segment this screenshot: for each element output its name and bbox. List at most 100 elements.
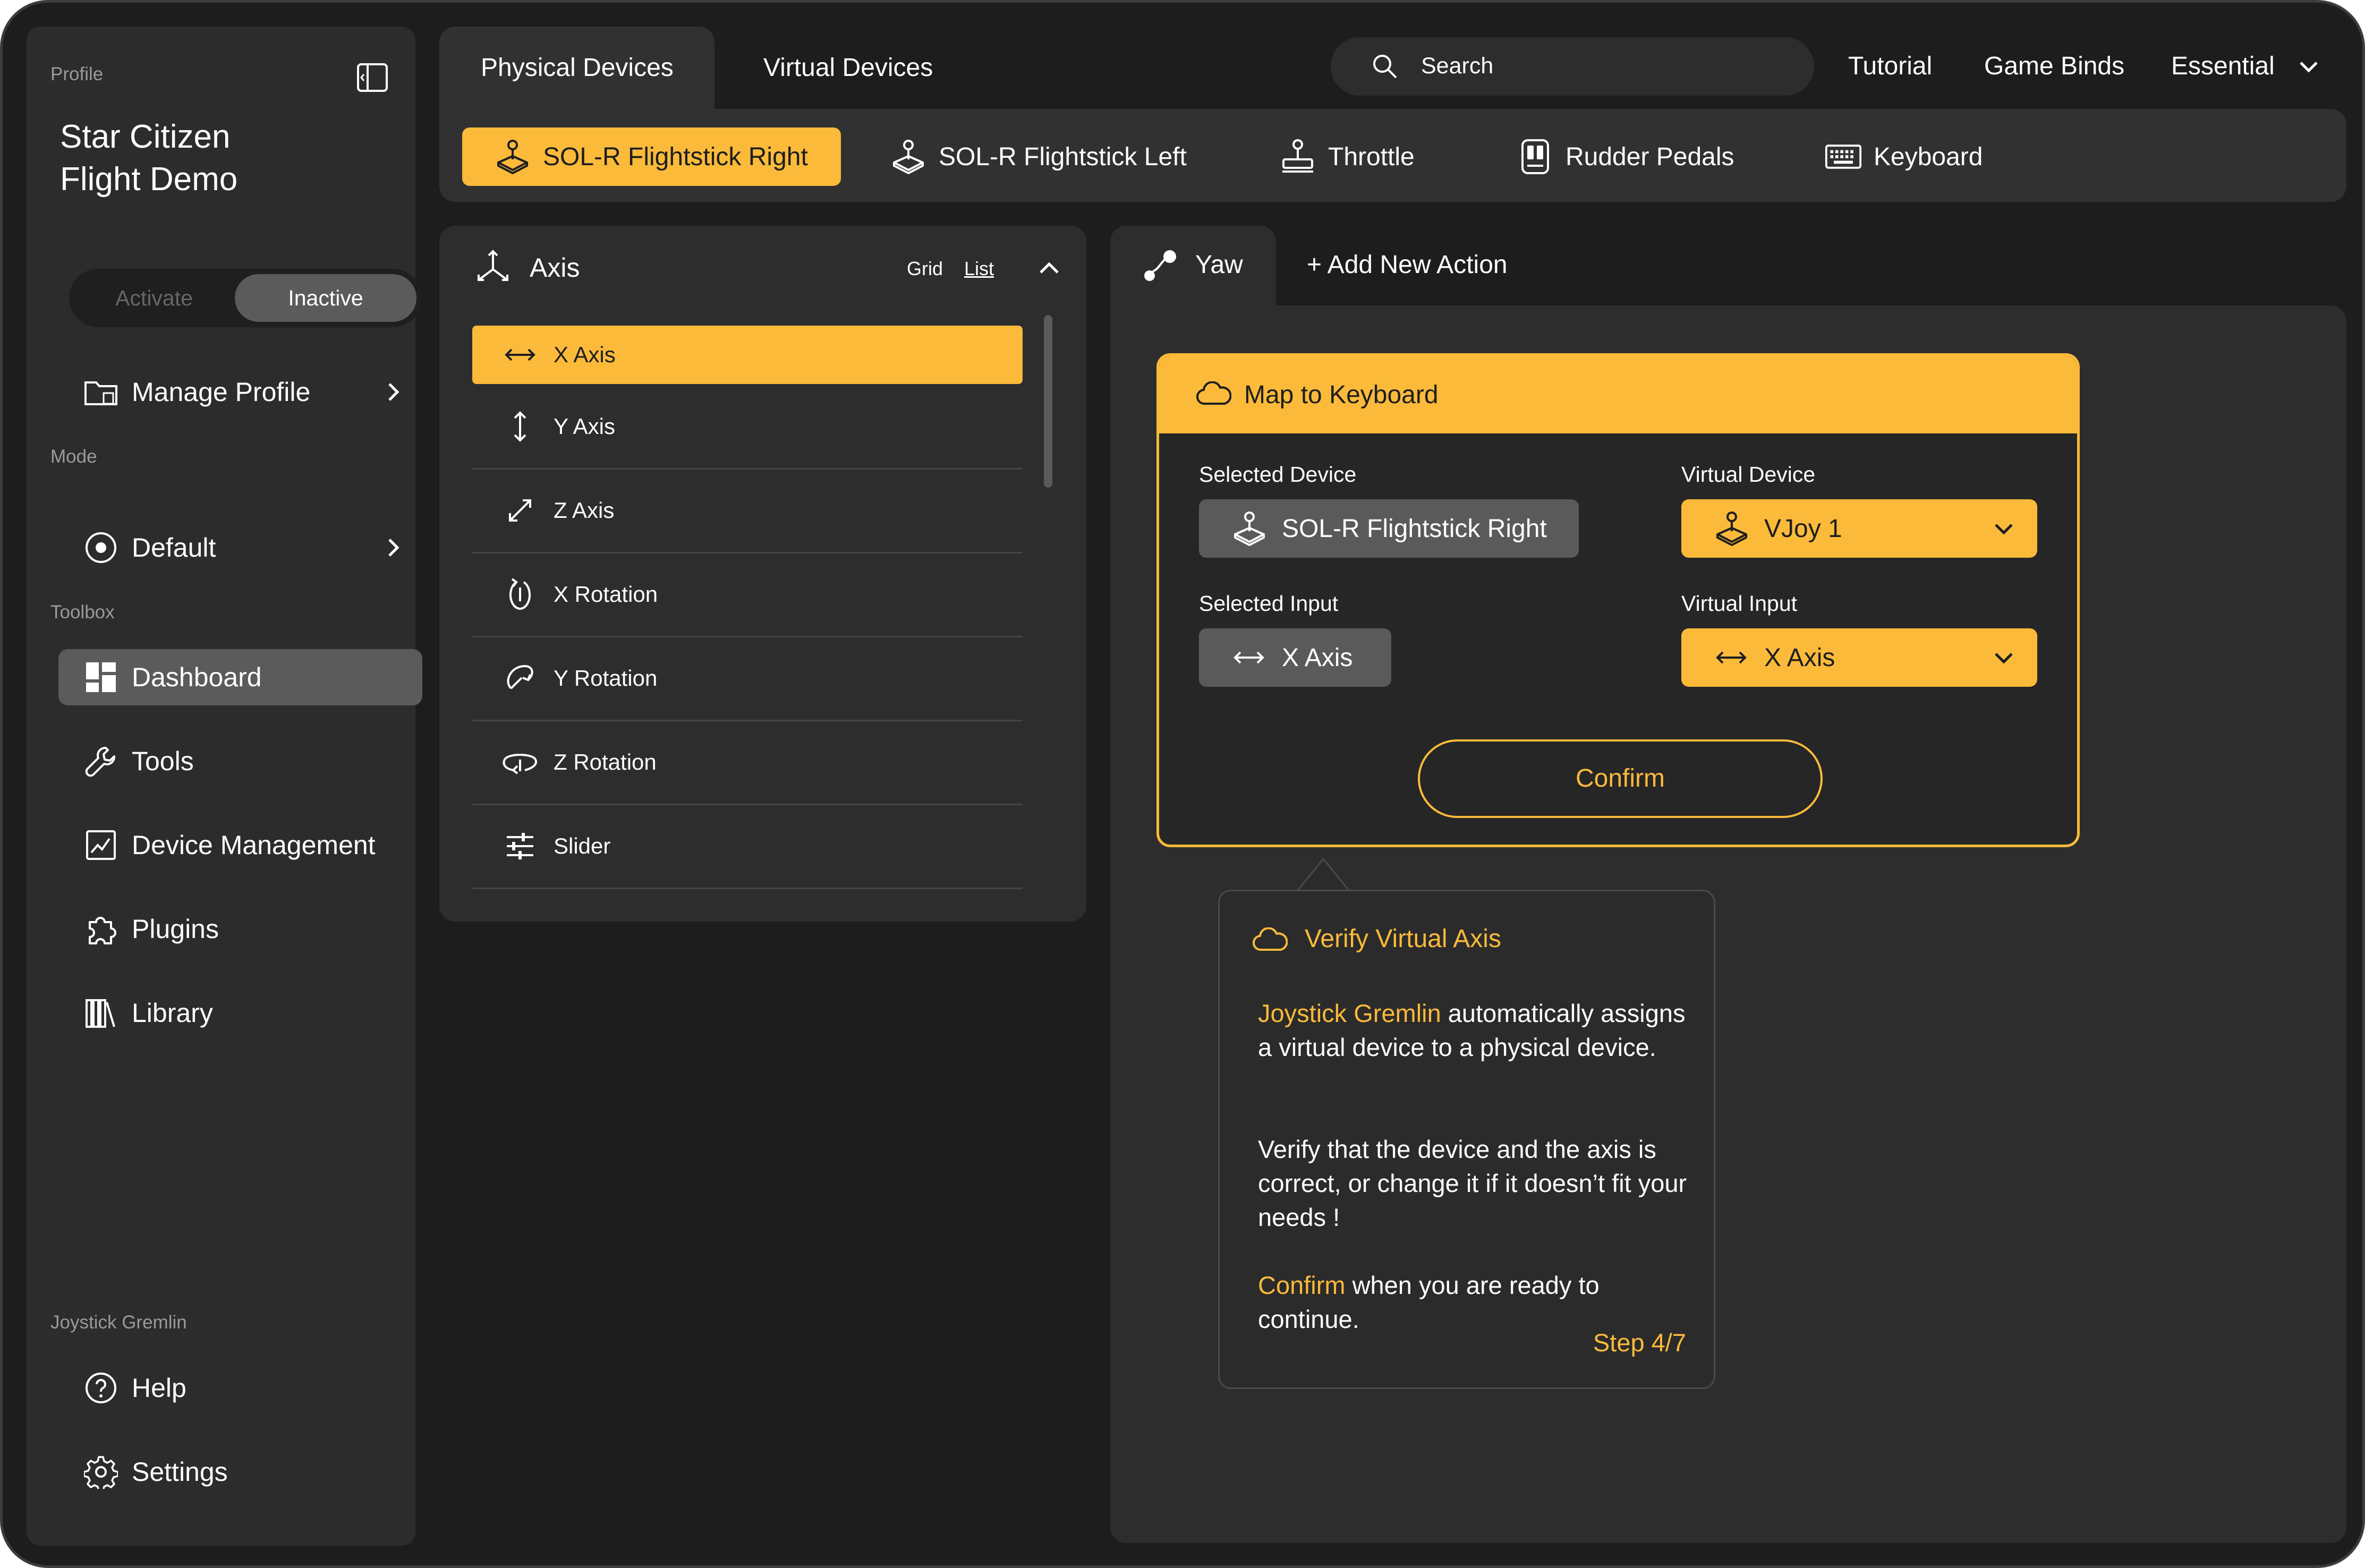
axis-panel: Axis Grid List X Axis Y Axis Z Axis X Ro… — [439, 226, 1086, 922]
wrench-icon — [80, 740, 122, 782]
sidebar-item-plugins[interactable]: Plugins — [58, 901, 422, 957]
tab-yaw-label: Yaw — [1195, 251, 1243, 279]
z-rotation-icon — [501, 744, 539, 781]
chart-icon — [80, 824, 122, 866]
axis-list-scrollbar[interactable] — [1044, 315, 1052, 488]
axis-item-y-rotation[interactable]: Y Rotation — [472, 637, 1023, 721]
selected-input-label: Selected Input — [1199, 591, 1339, 616]
activate-option[interactable]: Activate — [74, 274, 234, 322]
axis-item-label: Y Rotation — [554, 666, 658, 691]
joystick-icon — [494, 138, 531, 175]
virtual-input-value: X Axis — [1764, 643, 1835, 672]
view-grid-toggle[interactable]: Grid — [907, 258, 943, 280]
add-new-action-button[interactable]: + Add New Action — [1307, 250, 1508, 279]
profile-label: Profile — [50, 64, 104, 84]
device-throttle[interactable]: Throttle — [1279, 127, 1415, 186]
sidebar: Profile Star Citizen Flight Demo Activat… — [27, 27, 422, 1546]
settings-label: Settings — [132, 1457, 228, 1487]
axis-item-y-axis[interactable]: Y Axis — [472, 385, 1023, 470]
folder-icon — [80, 371, 122, 413]
device-label: SOL-R Flightstick Left — [939, 142, 1187, 171]
cloud-icon — [1196, 381, 1231, 408]
sidebar-item-label: Library — [132, 998, 213, 1028]
tab-physical-devices[interactable]: Physical Devices — [439, 27, 714, 112]
profile-title-line-1: Star Citizen — [60, 118, 231, 155]
tooltip-title: Verify Virtual Axis — [1305, 925, 1501, 953]
sidebar-item-device-management[interactable]: Device Management — [58, 817, 422, 873]
axis-item-z-rotation[interactable]: Z Rotation — [472, 721, 1023, 805]
pedals-icon — [1517, 138, 1554, 175]
axis-item-label: X Axis — [554, 342, 616, 367]
node-link-icon — [1142, 248, 1179, 285]
selected-input-value: X Axis — [1282, 643, 1353, 672]
y-rotation-icon — [501, 660, 539, 697]
step-indicator: Step 4/7 — [1593, 1328, 1686, 1357]
chevron-right-icon — [380, 379, 406, 405]
chevron-up-icon[interactable] — [1036, 255, 1062, 281]
axis-item-z-axis[interactable]: Z Axis — [472, 469, 1023, 553]
device-label: Keyboard — [1874, 142, 1983, 171]
virtual-device-value: VJoy 1 — [1764, 514, 1842, 543]
puzzle-icon — [80, 908, 122, 950]
view-list-toggle[interactable]: List — [964, 258, 994, 280]
onboarding-tooltip: Verify Virtual Axis Joystick Gremlin aut… — [1218, 890, 1715, 1389]
tooltip-pointer — [1297, 857, 1350, 892]
sidebar-item-dashboard[interactable]: Dashboard — [58, 649, 422, 705]
mode-select[interactable]: Default — [58, 519, 422, 576]
axis-item-slider[interactable]: Slider — [472, 805, 1023, 889]
tooltip-paragraph-3: Confirm when you are ready to continue. — [1258, 1268, 1694, 1336]
device-rudder-pedals[interactable]: Rudder Pedals — [1517, 127, 1734, 186]
mode-label: Mode — [50, 446, 97, 467]
sliders-icon — [501, 828, 539, 865]
joystick-icon — [1714, 511, 1749, 546]
target-icon — [80, 526, 122, 569]
confirm-button[interactable]: Confirm — [1418, 739, 1823, 818]
toolbox-label: Toolbox — [50, 602, 115, 623]
inactive-option[interactable]: Inactive — [235, 274, 416, 322]
tutorial-link[interactable]: Tutorial — [1848, 50, 1932, 82]
device-sol-r-flightstick-right[interactable]: SOL-R Flightstick Right — [462, 127, 841, 186]
app-window: Profile Star Citizen Flight Demo Activat… — [0, 0, 2365, 1568]
horizontal-arrows-icon — [1714, 647, 1749, 668]
settings-button[interactable]: Settings — [58, 1444, 422, 1500]
sidebar-item-library[interactable]: Library — [58, 985, 422, 1041]
device-keyboard[interactable]: Keyboard — [1825, 127, 1983, 186]
profile-title: Star Citizen Flight Demo — [60, 116, 237, 201]
library-icon — [80, 992, 122, 1034]
axis-item-x-rotation[interactable]: X Rotation — [472, 553, 1023, 637]
device-label: Rudder Pedals — [1566, 142, 1734, 171]
gear-icon — [80, 1451, 122, 1493]
collapse-sidebar-icon[interactable] — [356, 61, 389, 94]
help-button[interactable]: Help — [58, 1360, 422, 1416]
device-label: SOL-R Flightstick Right — [543, 142, 808, 171]
chevron-down-icon — [1992, 516, 2016, 541]
virtual-device-label: Virtual Device — [1681, 462, 1816, 487]
horizontal-arrows-icon — [1232, 647, 1267, 668]
sidebar-item-tools[interactable]: Tools — [58, 733, 422, 789]
virtual-device-select[interactable]: VJoy 1 — [1681, 499, 2037, 558]
cloud-icon — [1253, 927, 1288, 952]
tab-yaw[interactable]: Yaw — [1110, 226, 1276, 306]
tab-virtual-devices[interactable]: Virtual Devices — [763, 53, 933, 82]
manage-profile-label: Manage Profile — [132, 377, 311, 407]
manage-profile-button[interactable]: Manage Profile — [58, 364, 422, 420]
virtual-input-select[interactable]: X Axis — [1681, 628, 2037, 687]
tooltip-paragraph-1: Joystick Gremlin automatically assigns a… — [1258, 996, 1694, 1064]
diagonal-arrows-icon — [501, 492, 539, 529]
chevron-right-icon — [380, 534, 406, 561]
profile-title-line-2: Flight Demo — [60, 161, 238, 198]
chevron-down-icon[interactable] — [2296, 54, 2321, 79]
map-to-keyboard-card: Map to Keyboard Selected Device SOL-R Fl… — [1156, 353, 2080, 847]
activation-toggle[interactable]: Activate Inactive — [69, 269, 422, 327]
essential-dropdown[interactable]: Essential — [2171, 50, 2275, 82]
joystick-icon — [890, 138, 927, 175]
game-binds-link[interactable]: Game Binds — [1984, 50, 2124, 82]
card-title: Map to Keyboard — [1244, 380, 1439, 409]
axis-icon — [474, 247, 512, 284]
tooltip-paragraph-2: Verify that the device and the axis is c… — [1258, 1135, 1687, 1231]
axis-item-x-axis[interactable]: X Axis — [472, 326, 1023, 384]
device-sol-r-flightstick-left[interactable]: SOL-R Flightstick Left — [890, 127, 1187, 186]
dashboard-icon — [80, 656, 122, 698]
search-input[interactable]: Search — [1331, 37, 1814, 96]
joystick-icon — [1232, 511, 1267, 546]
